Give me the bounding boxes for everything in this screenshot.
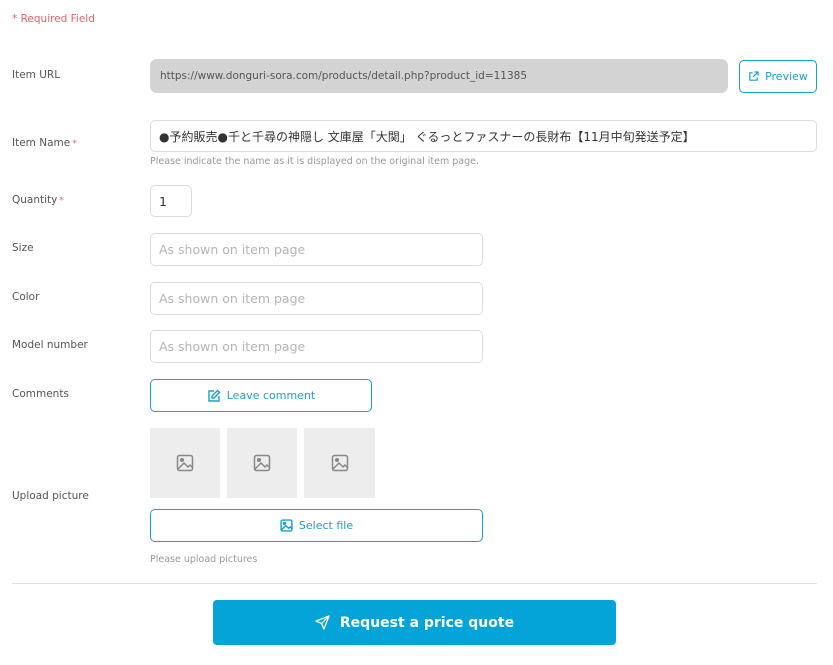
item-url-value: https://www.donguri-sora.com/products/de…: [160, 70, 528, 82]
color-label: Color: [12, 291, 40, 303]
image-thumbnail-2[interactable]: [227, 428, 297, 498]
size-input[interactable]: As shown on item page: [150, 233, 483, 266]
external-link-icon: [748, 71, 759, 82]
color-placeholder: As shown on item page: [159, 291, 306, 306]
image-placeholder-icon: [331, 454, 349, 472]
select-file-label: Select file: [298, 519, 354, 532]
preview-button[interactable]: Preview: [739, 60, 817, 93]
image-thumbnail-3[interactable]: [304, 428, 375, 498]
upload-picture-label: Upload picture: [12, 490, 89, 502]
item-name-label-text: Item Name: [12, 137, 71, 149]
required-mark: *: [59, 196, 64, 206]
preview-label: Preview: [765, 70, 808, 83]
edit-icon: [207, 389, 221, 403]
select-file-button[interactable]: Select file: [150, 509, 483, 542]
quantity-input[interactable]: 1: [150, 185, 192, 217]
size-placeholder: As shown on item page: [159, 242, 306, 257]
required-field-note: * Required Field: [12, 13, 95, 25]
size-label: Size: [12, 242, 34, 254]
model-number-label: Model number: [12, 339, 88, 351]
model-number-placeholder: As shown on item page: [159, 339, 306, 354]
required-mark: *: [72, 139, 77, 149]
item-name-label: Item Name *: [12, 137, 77, 149]
item-name-value: ●予約販売●千と千尋の神隠し 文庫屋「大関」 ぐるっとファスナーの長財布【11月…: [159, 129, 695, 144]
item-url-label: Item URL: [12, 69, 61, 81]
item-url-field[interactable]: https://www.donguri-sora.com/products/de…: [150, 59, 728, 93]
divider: [12, 583, 817, 584]
image-thumbnail-1[interactable]: [150, 428, 220, 498]
model-number-input[interactable]: As shown on item page: [150, 330, 483, 363]
quantity-value: 1: [159, 193, 167, 209]
leave-comment-label: Leave comment: [226, 389, 316, 402]
image-placeholder-icon: [176, 454, 194, 472]
comments-label: Comments: [12, 388, 69, 400]
upload-hint: Please upload pictures: [150, 554, 258, 565]
color-input[interactable]: As shown on item page: [150, 282, 483, 315]
quantity-label: Quantity *: [12, 194, 64, 206]
item-name-input[interactable]: ●予約販売●千と千尋の神隠し 文庫屋「大関」 ぐるっとファスナーの長財布【11月…: [150, 120, 817, 152]
send-icon: [315, 615, 330, 630]
image-placeholder-icon: [253, 454, 271, 472]
quantity-label-text: Quantity: [12, 194, 58, 206]
item-name-hint: Please indicate the name as it is displa…: [150, 156, 480, 167]
leave-comment-button[interactable]: Leave comment: [150, 379, 372, 412]
image-icon: [280, 519, 293, 532]
request-quote-button[interactable]: Request a price quote: [213, 600, 616, 645]
request-quote-label: Request a price quote: [339, 614, 515, 631]
